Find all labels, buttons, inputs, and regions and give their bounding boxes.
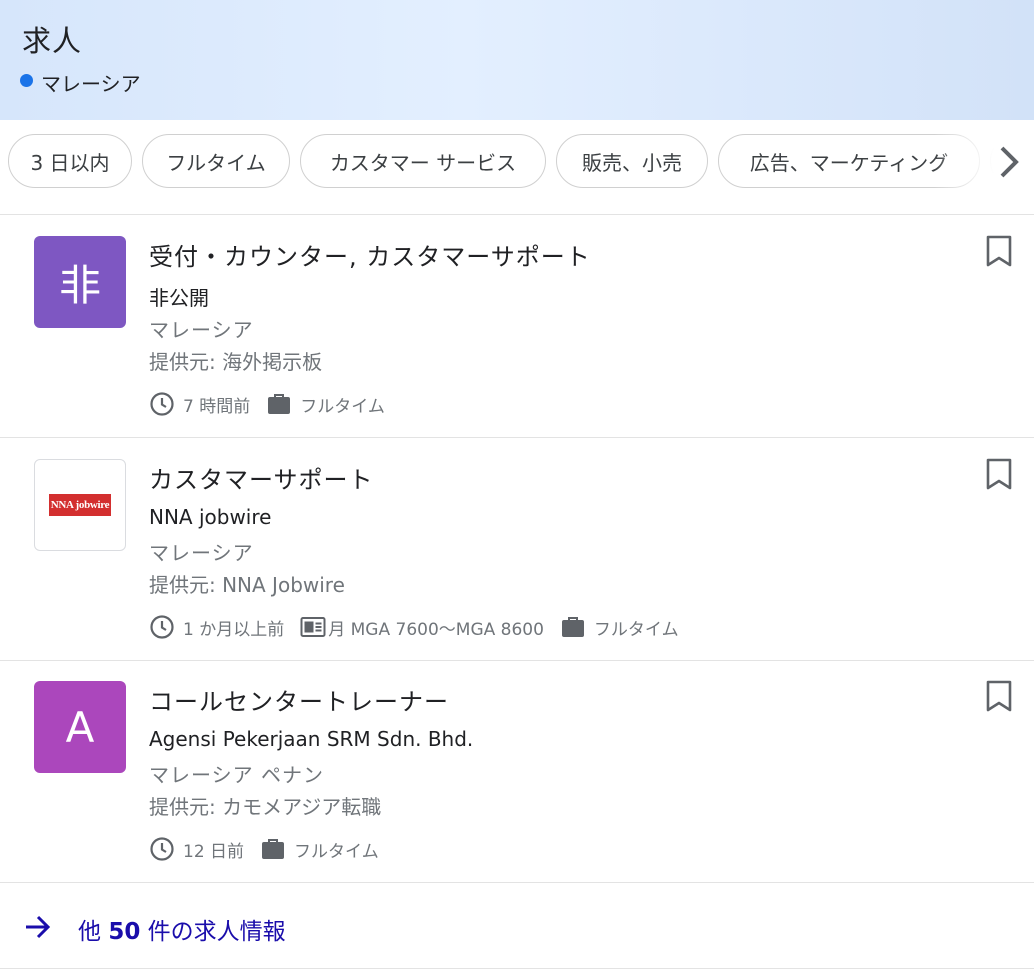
company-logo: 非 <box>34 236 126 328</box>
company-name: NNA jobwire <box>149 505 272 529</box>
location-indicator: マレーシア <box>20 68 141 97</box>
arrow-right-icon <box>26 915 51 939</box>
chip-full-time[interactable]: フルタイム <box>142 134 290 188</box>
posted-time: 12 日前 <box>183 841 245 862</box>
job-title[interactable]: 受付・カウンター, カスタマーサポート <box>149 237 591 272</box>
company-name: Agensi Pekerjaan SRM Sdn. Bhd. <box>149 727 474 751</box>
more-count: 50 <box>108 919 141 945</box>
company-name: 非公開 <box>149 286 209 310</box>
bookmark-icon[interactable] <box>985 679 1013 713</box>
search-header: 求人 マレーシア <box>0 0 1034 120</box>
logo-text: NNA jobwire <box>48 494 112 516</box>
job-location: マレーシア <box>149 541 254 565</box>
job-meta: 12 日前 フルタイム <box>149 836 395 862</box>
job-listing[interactable]: 非 受付・カウンター, カスタマーサポート 非公開 マレーシア 提供元: 海外掲… <box>0 215 1034 438</box>
more-jobs-text[interactable]: 他 50 件の求人情報 <box>78 912 286 946</box>
job-title[interactable]: カスタマーサポート <box>149 460 374 495</box>
page-title: 求人 <box>22 24 83 58</box>
bookmark-icon[interactable] <box>985 457 1013 491</box>
job-listing[interactable]: NNA jobwire カスタマーサポート NNA jobwire マレーシア … <box>0 438 1034 661</box>
chip-customer-service[interactable]: カスタマー サービス <box>300 134 546 188</box>
filter-chip-bar: 3 日以内 フルタイム カスタマー サービス 販売、小売 広告、マーケティング … <box>0 120 1034 215</box>
location-dot-icon <box>20 74 33 87</box>
company-logo: NNA jobwire <box>34 459 126 551</box>
job-listing[interactable]: A コールセンタートレーナー Agensi Pekerjaan SRM Sdn.… <box>0 660 1034 883</box>
more-prefix: 他 <box>78 919 109 945</box>
location-label: マレーシア <box>41 72 141 96</box>
job-title[interactable]: コールセンタートレーナー <box>149 682 449 717</box>
more-jobs-link[interactable]: 他 50 件の求人情報 <box>0 884 1034 969</box>
bookmark-icon[interactable] <box>985 234 1013 268</box>
job-source: 提供元: NNA Jobwire <box>149 573 345 597</box>
employment-type: フルタイム <box>300 396 385 417</box>
job-location: マレーシア <box>149 318 254 342</box>
salary: 月 MGA 7600～MGA 8600 <box>328 619 544 640</box>
job-source: 提供元: 海外掲示板 <box>149 350 323 374</box>
salary-card-icon <box>300 617 326 637</box>
job-source: 提供元: カモメアジア転職 <box>149 795 382 819</box>
employment-type: フルタイム <box>593 619 679 640</box>
more-suffix: 件の求人情報 <box>140 919 286 945</box>
job-meta: 7 時間前 フルタイム <box>149 391 401 417</box>
chip-3-days[interactable]: 3 日以内 <box>8 134 132 188</box>
job-location: マレーシア ペナン <box>149 763 324 787</box>
clock-icon <box>150 392 174 416</box>
company-logo: A <box>34 681 126 773</box>
briefcase-icon <box>268 394 291 414</box>
chevron-right-icon[interactable] <box>994 144 1024 180</box>
posted-time: 1 か月以上前 <box>183 619 285 640</box>
posted-time: 7 時間前 <box>183 396 251 417</box>
logo-letter: 非 <box>58 260 101 310</box>
clock-icon <box>150 837 174 861</box>
briefcase-icon <box>561 617 584 637</box>
clock-icon <box>150 615 174 639</box>
chip-sales-retail[interactable]: 販売、小売 <box>556 134 708 188</box>
briefcase-icon <box>262 839 285 859</box>
logo-letter: A <box>65 702 95 752</box>
employment-type: フルタイム <box>294 841 379 862</box>
job-meta: 1 か月以上前 月 MGA 7600～MGA 8600 フルタイム <box>149 614 695 640</box>
